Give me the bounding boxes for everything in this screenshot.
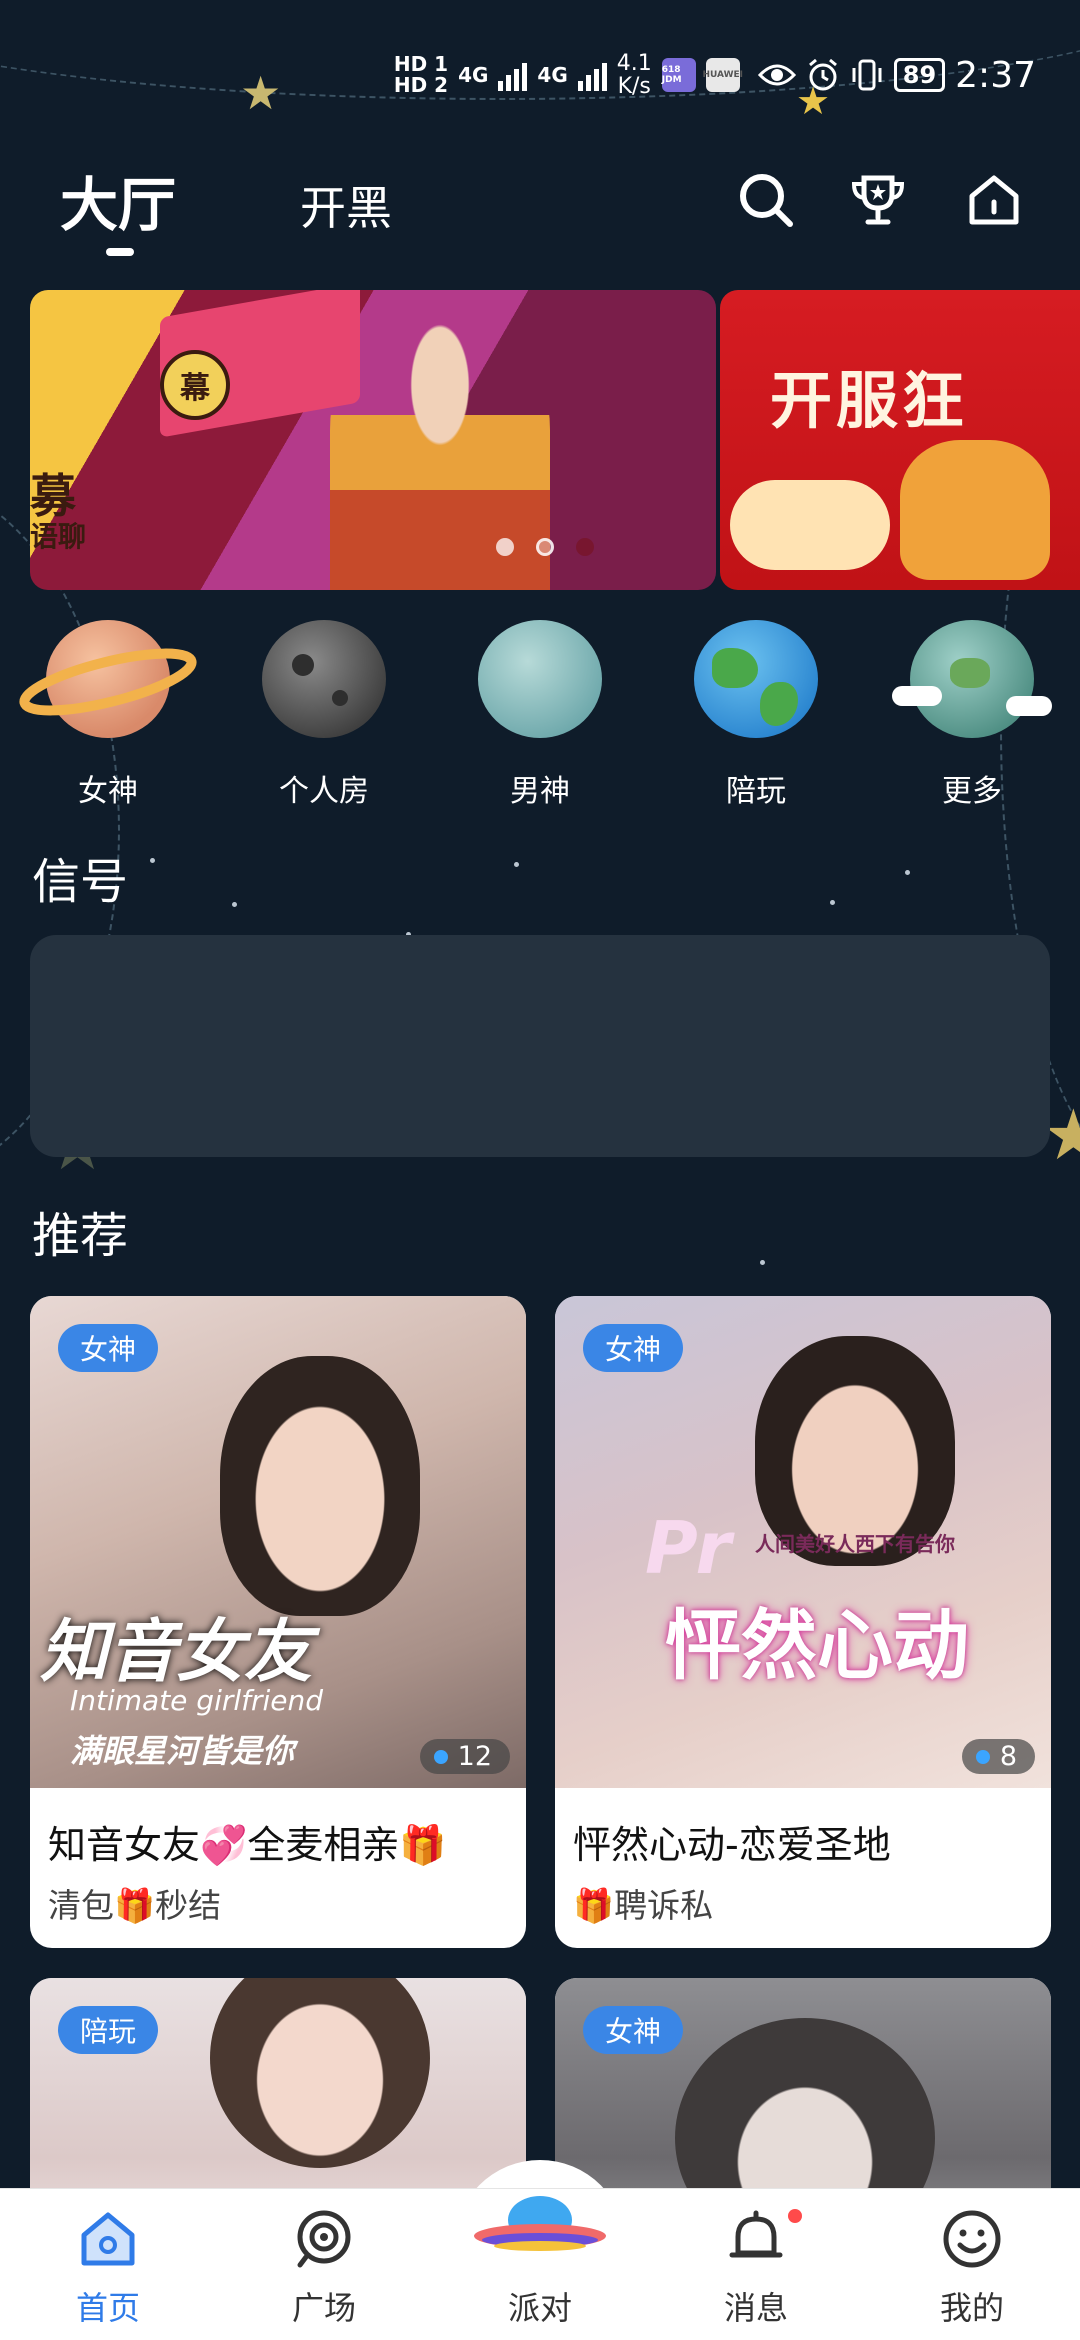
network-speed: 4.1 K/s (616, 50, 652, 99)
tab-squad[interactable]: 开黑 (300, 172, 392, 238)
signal-icon-1 (498, 59, 528, 91)
moon-planet-icon (262, 620, 386, 738)
online-dot-icon (433, 1749, 448, 1764)
nav-messages[interactable]: 消息 (648, 2189, 864, 2340)
signal-panel[interactable] (30, 935, 1050, 1157)
hd1-label: HD 1 (393, 52, 449, 76)
room-cover-image: Pr 人间美好人西下有告你 怦然心动 女神 8 (555, 1296, 1051, 1788)
banner-slide-next[interactable]: 开服狂 (720, 290, 1080, 590)
nav-label: 我的 (939, 2289, 1004, 2327)
room-card[interactable]: 知音女友 Intimate girlfriend 满眼星河皆是你 女神 12 知… (30, 1296, 526, 1948)
network-type-1: 4G (458, 62, 489, 87)
room-cover-image: 知音女友 Intimate girlfriend 满眼星河皆是你 女神 12 (30, 1296, 526, 1788)
cover-subtitle-overlay: Intimate girlfriend (70, 1684, 324, 1717)
nav-label: 广场 (291, 2289, 356, 2327)
banner-next-title: 开服狂 (770, 364, 969, 437)
category-label: 个人房 (279, 774, 369, 809)
cover-title-overlay: 知音女友 (40, 1613, 313, 1692)
nav-square[interactable]: 广场 (216, 2189, 432, 2340)
hd2-label: HD 2 (393, 73, 449, 97)
banner-slide-current[interactable]: 幕 募 语聊 (30, 290, 716, 590)
banner-carousel[interactable]: 幕 募 语聊 开服狂 (30, 290, 1080, 590)
cloud-graphic (730, 480, 890, 570)
room-tag-badge: 女神 (58, 1324, 159, 1372)
system-icons: 89 2:37 (757, 54, 1036, 96)
section-title-signal: 信号 (32, 854, 129, 910)
nav-profile[interactable]: 我的 (864, 2189, 1080, 2340)
online-dot-icon (975, 1749, 990, 1764)
home-icon (72, 2203, 144, 2275)
tab-lobby[interactable]: 大厅 (60, 158, 176, 242)
network-type-2: 4G (537, 62, 568, 87)
carousel-dots (496, 538, 594, 556)
nav-home[interactable]: 首页 (0, 2189, 216, 2340)
section-title-recommend: 推荐 (32, 1208, 129, 1264)
room-card[interactable]: Pr 人间美好人西下有告你 怦然心动 女神 8 怦然心动-恋爱圣地 🎁聘诉私 (555, 1296, 1051, 1948)
banner-badge: 幕 (160, 350, 230, 420)
home-icon[interactable] (962, 168, 1026, 232)
unread-dot (788, 2209, 802, 2223)
category-label: 女神 (78, 774, 138, 809)
nav-label: 首页 (75, 2289, 140, 2327)
alarm-icon (808, 58, 837, 91)
battery-indicator: 89 (893, 58, 946, 92)
room-title: 知音女友💞全麦相亲🎁 (48, 1823, 447, 1867)
category-label: 更多 (942, 774, 1002, 809)
bell-icon (720, 2203, 792, 2275)
carousel-dot (576, 538, 594, 556)
category-personal-room[interactable]: 个人房 (216, 620, 432, 810)
category-god[interactable]: 男神 (432, 620, 648, 810)
ufo-party-icon[interactable] (470, 2190, 610, 2270)
online-count-badge: 8 (961, 1739, 1035, 1774)
eye-icon (757, 64, 796, 86)
signal-icon-2 (577, 59, 607, 91)
carousel-dot (496, 538, 514, 556)
category-row: 女神 个人房 男神 陪玩 更多 (0, 620, 1080, 810)
category-companion[interactable]: 陪玩 (648, 620, 864, 810)
saturn-planet-icon (19, 620, 197, 738)
category-label: 陪玩 (726, 774, 786, 809)
jd-app-icon: 618 JDM (661, 58, 696, 92)
cover-title-overlay: 怦然心动 (665, 1601, 969, 1690)
status-bar: HD 1 HD 2 4G 4G 4.1 K/s 618 JDM HUAWEI 8… (0, 0, 1080, 150)
clock: 2:37 (955, 54, 1036, 96)
room-subtitle: 清包🎁秒结 (48, 1886, 222, 1925)
cover-tagline-overlay: 满眼星河皆是你 (70, 1732, 295, 1770)
blue-planet-icon (478, 620, 602, 738)
room-tag-badge: 陪玩 (58, 2006, 159, 2054)
online-count-badge: 12 (419, 1739, 510, 1774)
broadcast-icon (288, 2203, 360, 2275)
active-tab-indicator (106, 248, 134, 256)
nav-label: 消息 (723, 2289, 788, 2327)
room-tag-badge: 女神 (583, 1324, 684, 1372)
room-title: 怦然心动-恋爱圣地 (573, 1823, 891, 1867)
room-tag-badge: 女神 (583, 2006, 684, 2054)
banner-subtext: 语聊 (30, 520, 87, 553)
cover-tagline-overlay: 人间美好人西下有告你 (755, 1532, 955, 1556)
earth-planet-icon (694, 620, 818, 738)
money-bag-graphic (900, 440, 1050, 580)
carousel-dot-active (536, 538, 554, 556)
cover-logo-overlay: Pr (645, 1506, 732, 1590)
category-goddess[interactable]: 女神 (0, 620, 216, 810)
vibrate-icon (852, 59, 882, 91)
trophy-icon[interactable] (846, 168, 910, 232)
category-more[interactable]: 更多 (864, 620, 1080, 810)
top-navigation: 大厅 开黑 (0, 150, 1080, 270)
room-subtitle: 🎁聘诉私 (573, 1886, 714, 1925)
category-label: 男神 (510, 774, 570, 809)
nav-label: 派对 (507, 2289, 572, 2327)
sim-indicators: HD 1 HD 2 4G 4G 4.1 K/s 618 JDM HUAWEI (393, 50, 743, 99)
smiley-icon (936, 2203, 1008, 2275)
cloudy-planet-icon (892, 620, 1052, 738)
huawei-app-icon: HUAWEI (702, 58, 743, 92)
search-icon[interactable] (734, 168, 798, 232)
